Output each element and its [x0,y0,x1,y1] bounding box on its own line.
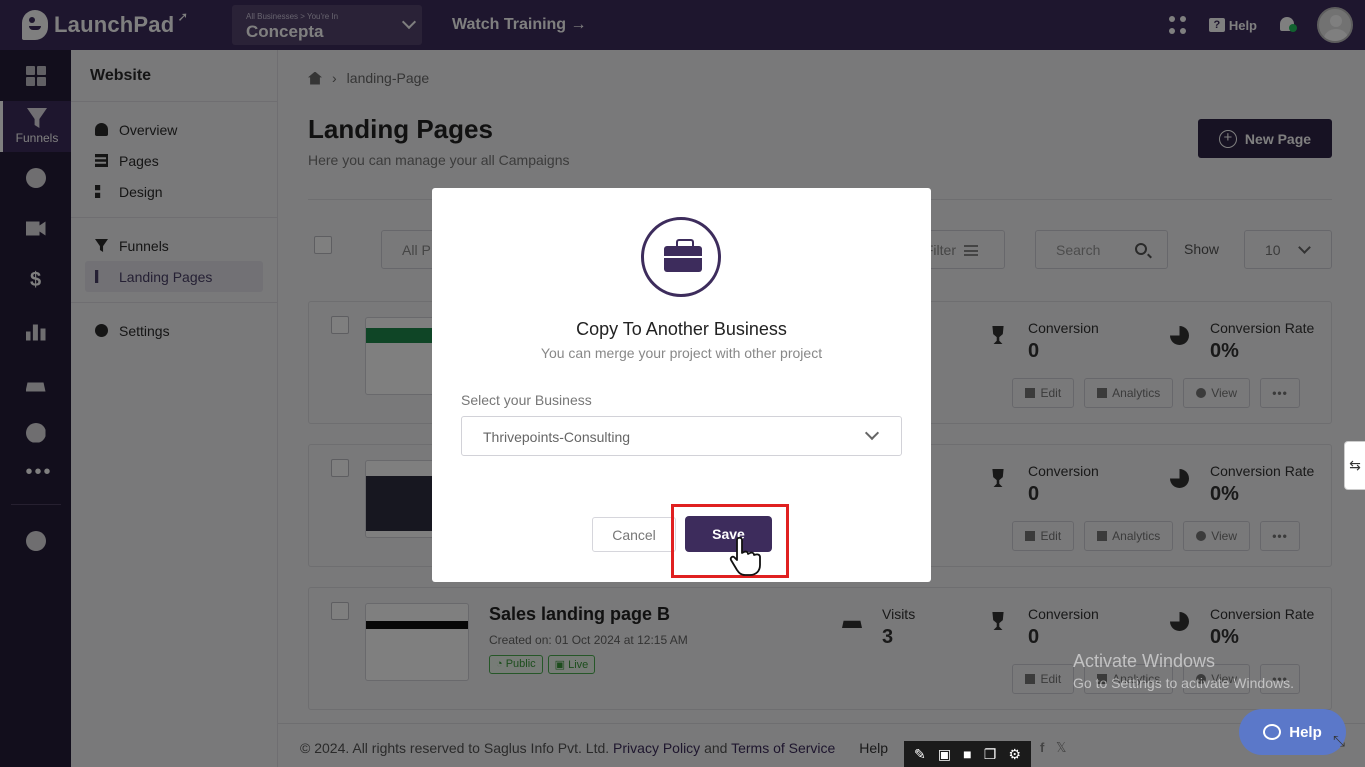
video-icon[interactable]: ■ [963,746,971,762]
collapse-icon[interactable]: ⤡ [1333,733,1345,750]
business-field-label: Select your Business [461,392,592,408]
modal-title: Copy To Another Business [576,319,787,339]
help-chat-button[interactable]: Help [1239,709,1346,755]
side-panel-tab[interactable]: ⇆ [1344,441,1365,490]
help-chat-label: Help [1289,723,1322,741]
screen-recorder-toolbar: ✎ ▣ ■ ❐ ⚙ [904,741,1031,767]
chevron-down-icon [864,425,880,441]
watermark-line1: Activate Windows [1073,651,1216,671]
briefcase-icon [641,217,721,297]
copy-business-modal: Copy To Another Business You can merge y… [432,188,931,582]
pen-icon[interactable]: ✎ [914,746,926,763]
modal-subtitle: You can merge your project with other pr… [540,345,823,361]
windows-activation-watermark: Activate Windows Go to Settings to activ… [1073,651,1294,691]
business-select-value: Thrivepoints-Consulting [483,429,631,445]
copy-icon[interactable]: ❐ [984,746,997,763]
hand-cursor-icon [729,536,761,576]
gear-icon[interactable]: ⚙ [1008,746,1021,763]
business-select[interactable]: Thrivepoints-Consulting [461,416,902,456]
watermark-line2: Go to Settings to activate Windows. [1073,675,1294,691]
chat-bubble-icon [1263,724,1282,740]
cancel-button[interactable]: Cancel [592,517,676,552]
camera-icon[interactable]: ▣ [938,746,951,763]
